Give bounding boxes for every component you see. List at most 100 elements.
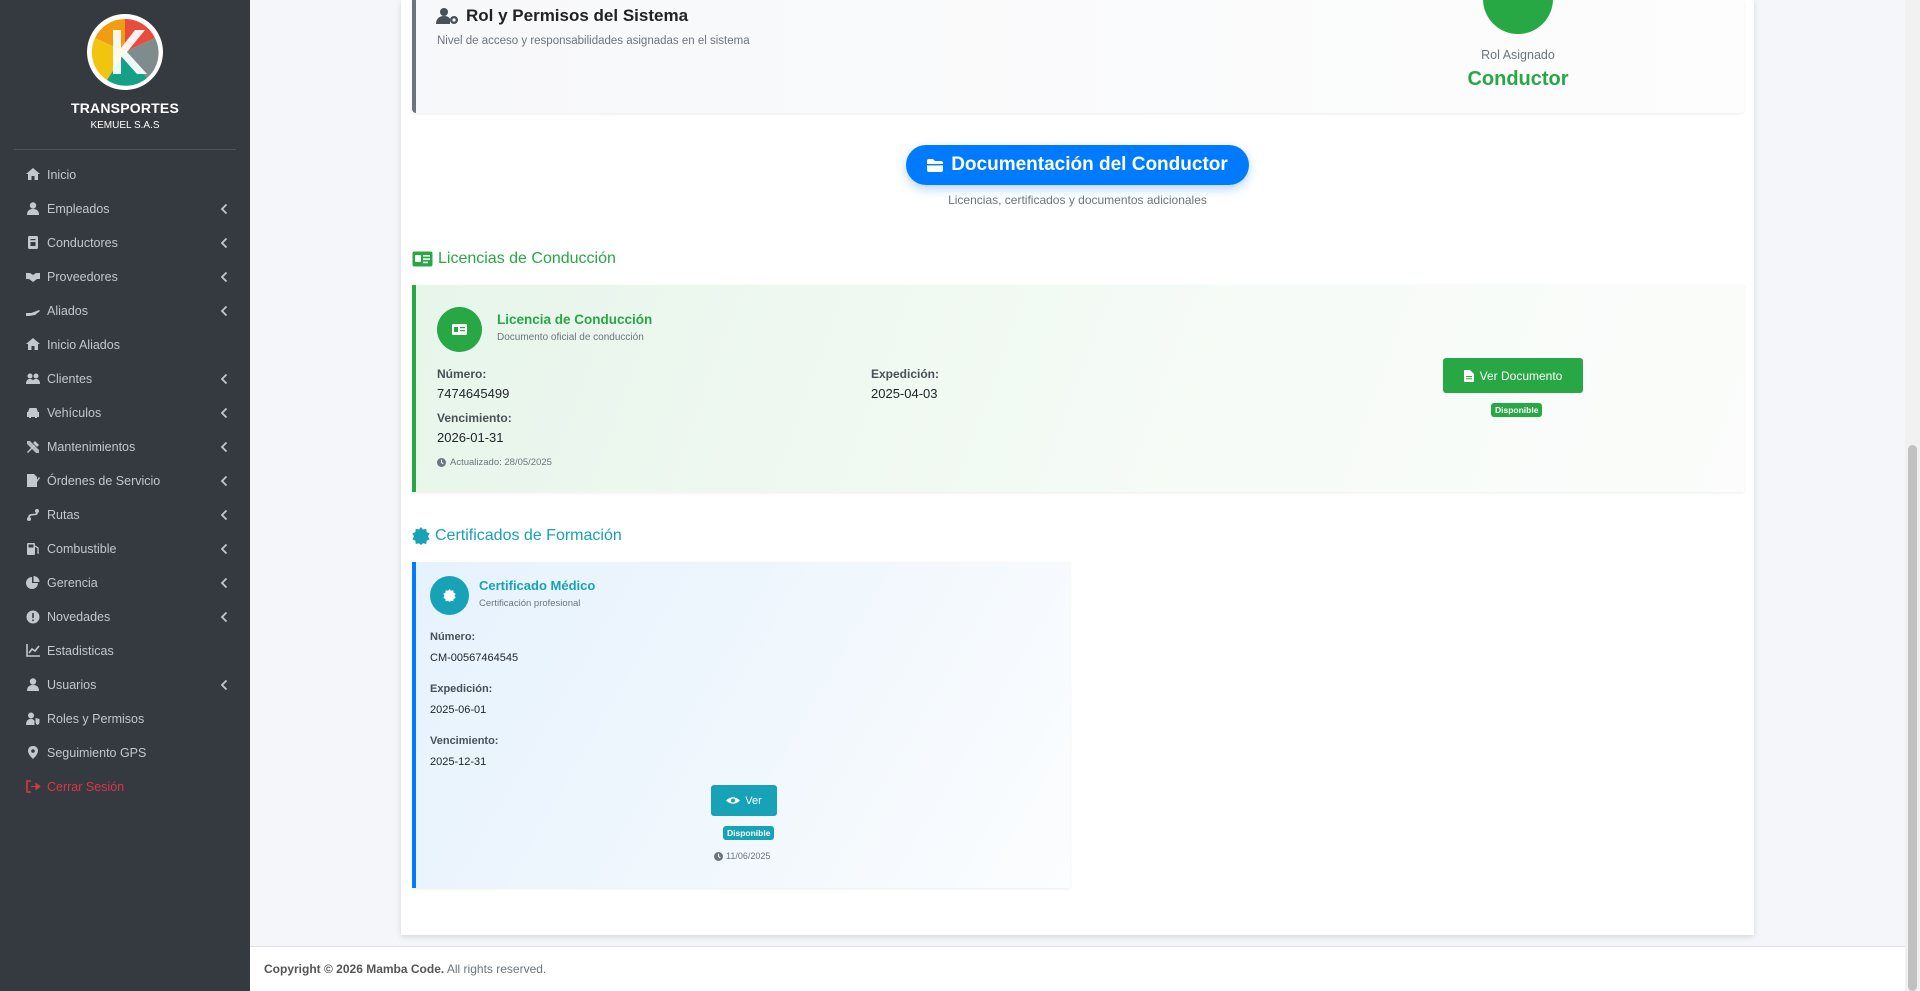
sidebar-item-clientes[interactable]: Clientes — [0, 362, 250, 396]
certificate-icon-circle — [430, 576, 469, 615]
clock-icon — [714, 851, 723, 861]
sidebar-item-mantenimientos[interactable]: Mantenimientos — [0, 430, 250, 464]
sidebar-item-aliados[interactable]: Aliados — [0, 294, 250, 328]
certificates-section-title: Certificados de Formación — [412, 527, 622, 545]
license-number: 7474645499 — [437, 386, 510, 401]
gas-pump-icon — [27, 543, 39, 555]
logout-button[interactable]: Cerrar Sesión — [0, 770, 250, 804]
file-signature-icon — [27, 474, 40, 487]
sidebar-item-seguimiento-gps[interactable]: Seguimiento GPS — [0, 736, 250, 770]
chevron-left-icon — [220, 408, 228, 418]
footer: Copyright © 2026 Mamba Code. All rights … — [250, 946, 1905, 991]
role-title: Rol y Permisos del Sistema — [436, 6, 688, 26]
role-label: Rol Asignado — [1481, 48, 1555, 62]
chevron-left-icon — [220, 442, 228, 452]
sidebar-item-novedades[interactable]: Novedades — [0, 600, 250, 634]
hand-holding-icon — [26, 310, 40, 316]
sidebar-item-usuarios[interactable]: Usuarios — [0, 668, 250, 702]
footer-copyright: Copyright © 2026 Mamba Code. — [264, 962, 445, 976]
documentation-button-label: Documentación del Conductor — [951, 154, 1228, 175]
sidebar-item-proveedores[interactable]: Proveedores — [0, 260, 250, 294]
map-marker-icon — [28, 746, 38, 759]
chevron-left-icon — [220, 238, 228, 248]
certificate-expiry-date: 2025-12-31 — [430, 756, 487, 768]
sidebar-item-label: Roles y Permisos — [47, 712, 145, 726]
chevron-left-icon — [220, 578, 228, 588]
view-license-button[interactable]: Ver Documento — [1443, 358, 1583, 393]
certificate-card: Certificado Médico Certificación profesi… — [412, 562, 1070, 888]
sidebar-item-roles-y-permisos[interactable]: Roles y Permisos — [0, 702, 250, 736]
role-value: Conductor — [1467, 68, 1569, 90]
sidebar-item-label: Inicio Aliados — [47, 338, 120, 352]
license-name: Licencia de Conducción — [497, 312, 653, 327]
documentation-subtitle: Licencias, certificados y documentos adi… — [948, 193, 1207, 207]
certificate-icon — [412, 527, 430, 545]
documentation-button[interactable]: Documentación del Conductor — [906, 145, 1249, 185]
certificate-subtitle: Certificación profesional — [479, 598, 581, 609]
sidebar-item-empleados[interactable]: Empleados — [0, 192, 250, 226]
role-panel: Rol y Permisos del Sistema Nivel de acce… — [412, 0, 1744, 113]
sidebar-item-gerencia[interactable]: Gerencia — [0, 566, 250, 600]
id-badge-icon — [28, 236, 38, 249]
sidebar-item-inicio[interactable]: Inicio — [0, 158, 250, 192]
chevron-left-icon — [220, 272, 228, 282]
sidebar-nav: Inicio Empleados Conductores Proveedores Ali… — [0, 158, 250, 804]
license-expiry-label: Vencimiento: — [437, 411, 512, 425]
sidebar-item-label: Inicio — [47, 168, 77, 182]
sidebar-item-label: Usuarios — [47, 678, 97, 692]
sidebar-item-label: Seguimiento GPS — [47, 746, 147, 760]
certificate-name: Certificado Médico — [479, 578, 596, 593]
licenses-section-label: Licencias de Conducción — [438, 250, 616, 267]
id-card-icon — [412, 251, 433, 267]
sidebar-item-inicio-aliados[interactable]: Inicio Aliados — [0, 328, 250, 362]
view-certificate-button-label: Ver — [745, 794, 762, 807]
chevron-left-icon — [220, 374, 228, 384]
file-icon — [1463, 369, 1474, 382]
license-icon-circle — [437, 307, 482, 352]
certificate-issue-date: 2025-06-01 — [430, 704, 487, 716]
certificate-icon — [443, 589, 456, 602]
sidebar-item-vehiculos[interactable]: Vehículos — [0, 396, 250, 430]
users-icon — [26, 373, 40, 384]
role-description: Nivel de acceso y responsabilidades asig… — [437, 35, 750, 47]
home-icon — [26, 168, 40, 180]
sidebar-item-label: Empleados — [47, 202, 110, 216]
brand-subtitle: KEMUEL S.A.S — [90, 120, 160, 131]
sidebar-item-combustible[interactable]: Combustible — [0, 532, 250, 566]
license-updated-text: Actualizado: 28/05/2025 — [450, 457, 552, 468]
certificate-number: CM-00567464545 — [430, 652, 519, 664]
license-expiry-date: 2026-01-31 — [437, 430, 504, 445]
chart-line-icon — [26, 644, 40, 657]
chevron-left-icon — [220, 204, 228, 214]
folder-open-icon — [927, 158, 944, 172]
chevron-left-icon — [220, 612, 228, 622]
user-icon — [27, 678, 39, 691]
sidebar-item-rutas[interactable]: Rutas — [0, 498, 250, 532]
home-icon — [26, 338, 40, 350]
sidebar-item-label: Órdenes de Servicio — [47, 474, 161, 488]
profile-card: Rol y Permisos del Sistema Nivel de acce… — [401, 0, 1754, 935]
id-card-icon — [452, 324, 467, 335]
role-avatar-circle — [1483, 0, 1553, 34]
view-certificate-button[interactable]: Ver — [711, 785, 777, 816]
chevron-left-icon — [220, 680, 228, 690]
license-updated: Actualizado: 28/05/2025 — [437, 457, 552, 468]
sidebar-item-conductores[interactable]: Conductores — [0, 226, 250, 260]
brand-title: TRANSPORTES — [71, 100, 179, 116]
sidebar-item-label: Gerencia — [47, 576, 98, 590]
scrollbar-thumb[interactable] — [1908, 445, 1917, 991]
route-icon — [27, 509, 39, 521]
sidebar-item-label: Conductores — [47, 236, 118, 250]
certificate-issue-label: Expedición: — [430, 683, 493, 695]
sidebar-item-estadisticas[interactable]: Estadisticas — [0, 634, 250, 668]
sidebar-item-label: Proveedores — [47, 270, 118, 284]
license-card: Licencia de Conducción Documento oficial… — [412, 285, 1744, 492]
company-logo[interactable] — [87, 14, 163, 90]
page-scrollbar[interactable] — [1905, 0, 1920, 991]
user-shield-icon — [26, 712, 40, 725]
sidebar-item-label: Aliados — [47, 304, 88, 318]
sidebar-item-ordenes-de-servicio[interactable]: Órdenes de Servicio — [0, 464, 250, 498]
sign-out-icon — [26, 780, 41, 793]
footer-rights: All rights reserved. — [446, 962, 547, 976]
sidebar-item-label: Vehículos — [47, 406, 102, 420]
